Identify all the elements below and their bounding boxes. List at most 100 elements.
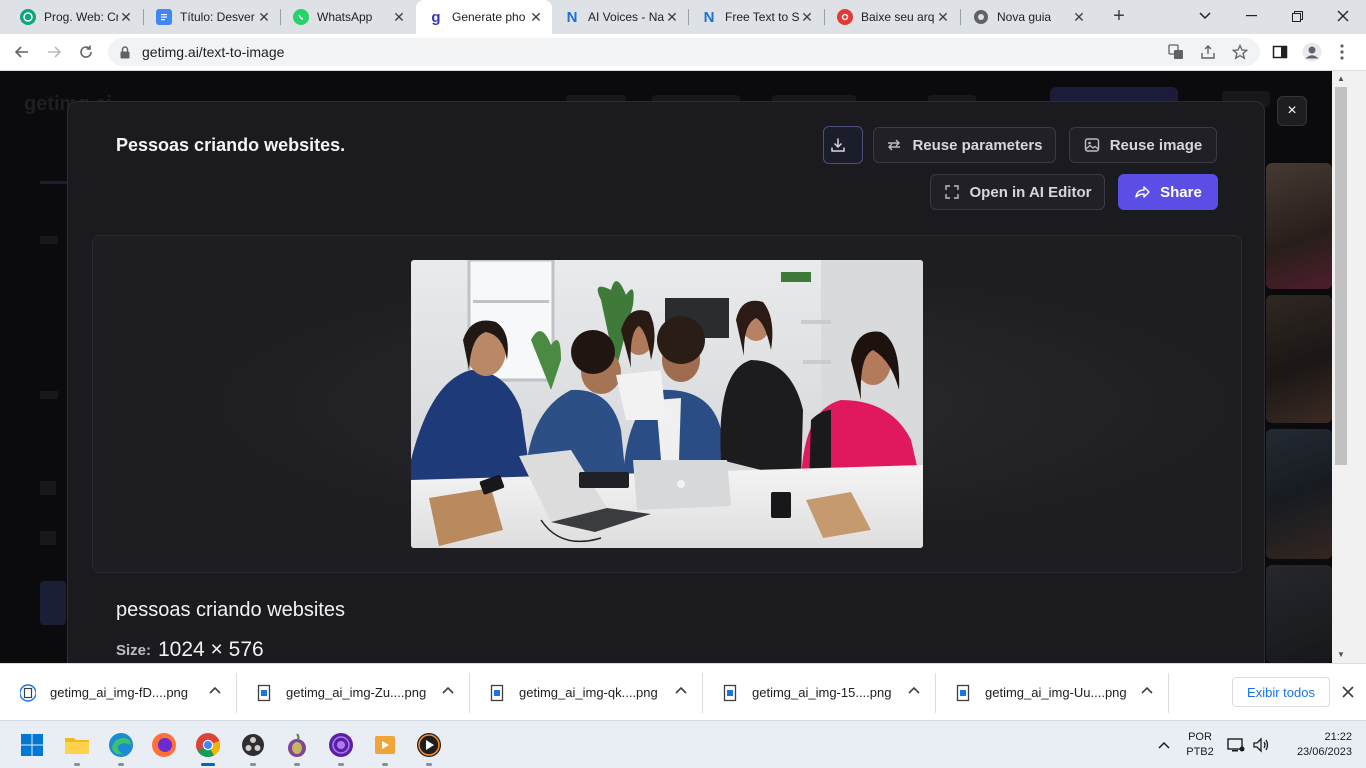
side-panel-icon[interactable] [1270,42,1290,62]
clock-date: 23/06/2023 [1296,746,1352,758]
reuse-image-label: Reuse image [1109,136,1203,154]
close-icon[interactable]: ✕ [664,9,680,26]
chrome-button[interactable] [192,729,224,766]
close-icon[interactable]: ✕ [799,9,815,26]
running-indicator [294,763,300,766]
download-item[interactable]: getimg_ai_img-Zu....png [236,664,469,721]
minimize-button[interactable] [1228,0,1274,32]
chevron-up-icon[interactable] [907,684,921,698]
share-button[interactable]: Share [1118,174,1218,210]
close-icon[interactable]: ✕ [935,9,951,26]
open-in-ai-editor-button[interactable]: Open in AI Editor [930,174,1105,210]
reuse-parameters-button[interactable]: Reuse parameters [873,127,1056,163]
obs-button[interactable] [237,729,269,766]
play-app-button[interactable] [413,729,445,766]
lock-icon[interactable] [120,45,136,59]
page-scrollbar[interactable]: ▲ ▼ [1332,71,1366,663]
tab-title: Prog. Web: Cr [44,10,118,24]
browser-toolbar: getimg.ai/text-to-image [0,34,1366,71]
restore-button[interactable] [1274,0,1320,32]
generated-image[interactable] [411,260,923,548]
tab-prog-web[interactable]: Prog. Web: Cr ✕ [8,0,142,34]
tab-free-text-to-speech[interactable]: N Free Text to S ✕ [689,0,823,34]
scroll-down-arrow-icon[interactable]: ▼ [1335,649,1347,661]
close-icon[interactable]: ✕ [256,9,272,26]
share-arrow-icon [1135,186,1150,198]
reload-button[interactable] [74,40,98,64]
tab-nova-guia[interactable]: Nova guia ✕ [961,0,1095,34]
media-player-icon [375,736,395,754]
tab-search-button[interactable] [1182,0,1228,32]
close-icon[interactable]: ✕ [1071,9,1087,26]
network-icon[interactable] [1224,729,1248,761]
chevron-up-icon[interactable] [674,684,688,698]
show-hidden-icons-button[interactable] [1150,729,1178,761]
running-indicator [426,763,432,766]
profile-avatar-icon[interactable] [1302,42,1322,62]
new-tab-button[interactable]: + [1108,5,1130,27]
download-button[interactable] [823,126,863,164]
close-modal-button[interactable]: × [1277,96,1307,126]
translate-icon[interactable] [1166,42,1186,62]
tab-baixe-seu-arquivo[interactable]: Baixe seu arq ✕ [825,0,959,34]
browser-tab-strip: Prog. Web: Cr ✕ Título: Desver ✕ WhatsAp… [0,0,1366,34]
n-icon: N [703,8,715,26]
chevron-up-icon[interactable] [441,684,455,698]
edge-button[interactable] [105,729,137,766]
volume-icon[interactable] [1249,729,1273,761]
close-icon: × [1287,102,1297,119]
reuse-image-button[interactable]: Reuse image [1069,127,1217,163]
chevron-up-icon[interactable] [1140,684,1154,698]
tor-button[interactable] [281,729,313,766]
forward-button[interactable] [42,40,66,64]
download-item[interactable]: getimg_ai_img-15....png [702,664,935,721]
address-bar[interactable]: getimg.ai/text-to-image [108,38,1260,66]
restore-icon [1291,10,1303,22]
generated-image-illustration [411,260,923,548]
menu-kebab-icon[interactable] [1332,42,1352,62]
share-page-icon[interactable] [1198,42,1218,62]
close-icon[interactable]: ✕ [118,9,134,26]
getimg-icon: g [431,8,441,26]
close-icon [1337,10,1349,22]
close-icon [1342,686,1354,698]
running-indicator [118,763,124,766]
tab-title: WhatsApp [317,10,373,24]
input-language-indicator[interactable]: POR PTB2 [1180,730,1220,760]
share-label: Share [1160,183,1202,201]
close-icon[interactable]: ✕ [391,9,407,26]
running-indicator [382,763,388,766]
download-filename: getimg_ai_img-Zu....png [286,685,427,700]
tab-title: Título: Desver [180,10,255,24]
bookmark-star-icon[interactable] [1230,42,1250,62]
tor-icon [288,733,306,757]
file-image-icon [257,684,271,701]
tab-ai-voices[interactable]: N AI Voices - Na ✕ [552,0,688,34]
close-shelf-button[interactable] [1338,682,1358,702]
file-explorer-button[interactable] [61,729,93,766]
firefox-button[interactable] [148,729,180,761]
download-item[interactable]: getimg_ai_img-qk....png [469,664,702,721]
close-window-button[interactable] [1320,0,1366,32]
tab-titulo[interactable]: Título: Desver ✕ [144,0,280,34]
running-indicator [250,763,256,766]
download-item[interactable]: getimg_ai_img-Uu....png [935,664,1168,721]
tab-generate-photo[interactable]: g Generate pho ✕ [416,0,552,34]
clock-time: 21:22 [1324,731,1352,743]
system-clock[interactable]: 21:22 23/06/2023 [1272,730,1352,760]
back-button[interactable] [10,40,34,64]
music-app-button[interactable] [325,729,357,766]
url-text[interactable]: getimg.ai/text-to-image [142,44,284,60]
show-all-downloads-button[interactable]: Exibir todos [1232,677,1330,707]
download-filename: getimg_ai_img-fD....png [50,685,189,700]
chevron-up-icon[interactable] [208,684,222,698]
scroll-up-arrow-icon[interactable]: ▲ [1335,73,1347,85]
arrow-right-icon [48,46,62,58]
start-button[interactable] [16,729,48,761]
media-player-button[interactable] [369,729,401,766]
scrollbar-thumb[interactable] [1335,87,1347,465]
close-icon[interactable]: ✕ [528,9,544,26]
tab-whatsapp[interactable]: WhatsApp ✕ [281,0,415,34]
download-item[interactable]: getimg_ai_img-fD....png [0,664,236,721]
windows-taskbar: POR PTB2 21:22 23/06/2023 [0,720,1366,768]
